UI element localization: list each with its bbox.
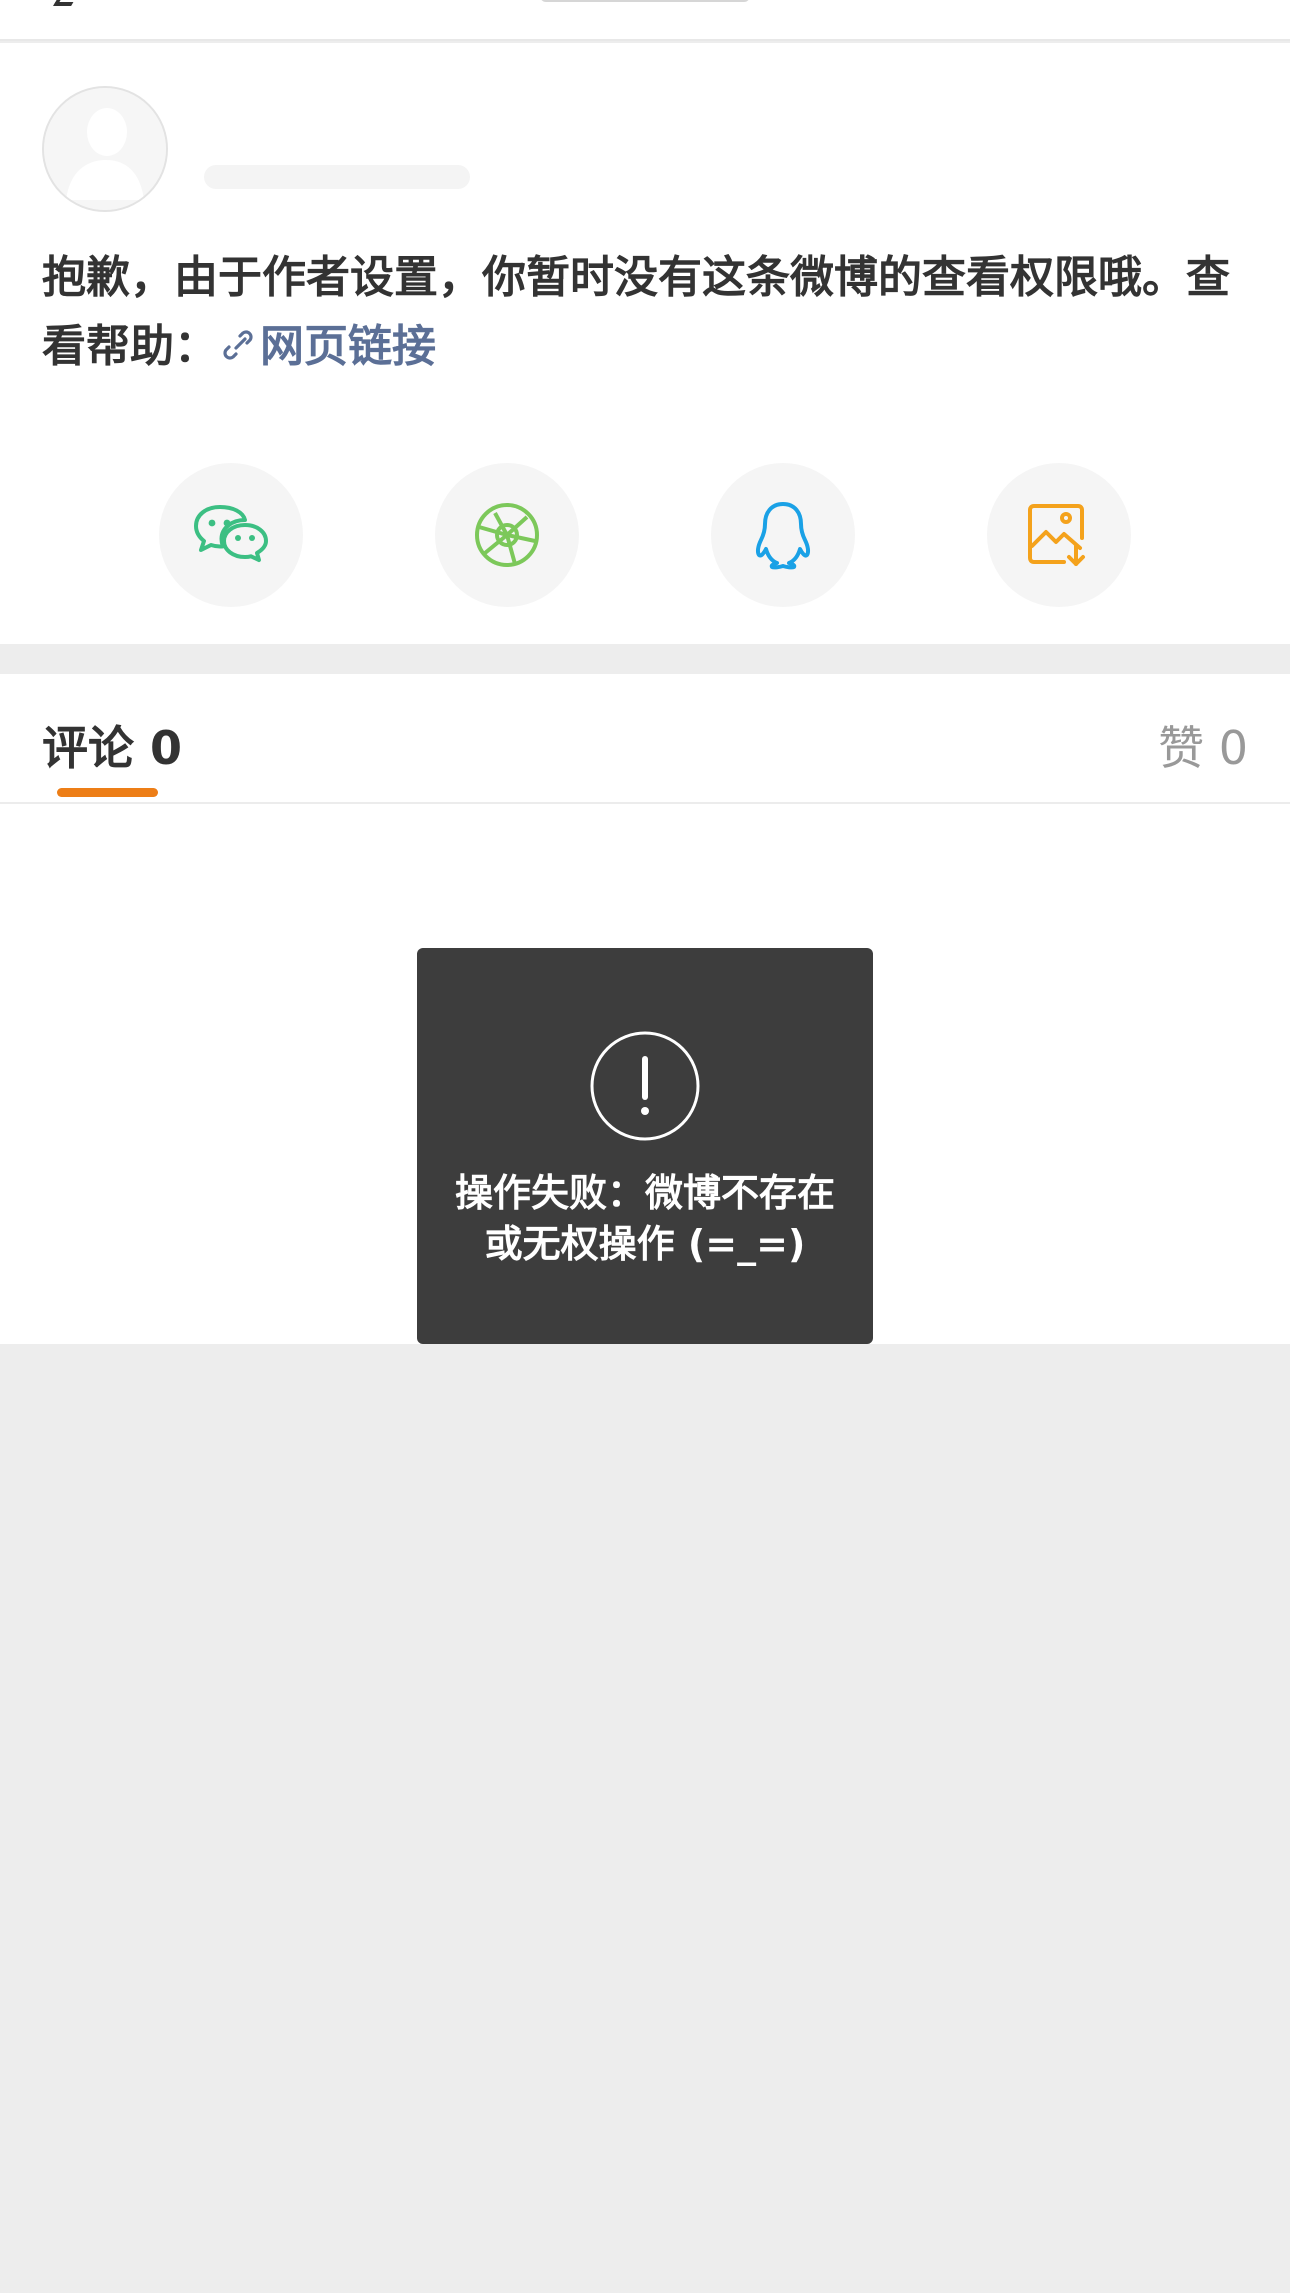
active-tab-indicator xyxy=(57,788,158,797)
back-arrow-icon[interactable] xyxy=(53,0,77,6)
web-link[interactable]: 网页链接 xyxy=(218,321,436,372)
tab-likes[interactable]: 赞 0 xyxy=(1158,712,1248,778)
comment-tab-bar: 评论 0 赞 0 xyxy=(0,674,1290,804)
wechat-icon xyxy=(194,505,268,562)
qq-penguin-icon xyxy=(755,502,811,570)
default-avatar-icon xyxy=(44,88,166,210)
web-link-label: 网页链接 xyxy=(260,321,436,372)
save-image-icon xyxy=(1028,504,1085,566)
share-moments-button[interactable] xyxy=(435,463,579,607)
share-qq-button[interactable] xyxy=(711,463,855,607)
save-image-button[interactable] xyxy=(987,463,1131,607)
username-placeholder[interactable] xyxy=(204,165,470,189)
post-content: 抱歉，由于作者设置，你暂时没有这条微博的查看权限哦。查看帮助： 网页链接 xyxy=(42,243,1242,381)
top-navigation-bar xyxy=(0,0,1290,41)
toast-message: 操作失败：微博不存在或无权操作 (=_=) xyxy=(454,1171,835,1266)
post-card: 抱歉，由于作者设置，你暂时没有这条微博的查看权限哦。查看帮助： 网页链接 xyxy=(0,43,1290,644)
tab-comments[interactable]: 评论 0 xyxy=(42,712,182,778)
share-wechat-button[interactable] xyxy=(159,463,303,607)
error-toast: 操作失败：微博不存在或无权操作 (=_=) xyxy=(417,948,873,1344)
page-title-fragment xyxy=(540,0,750,2)
link-icon xyxy=(223,330,253,360)
avatar[interactable] xyxy=(42,86,168,212)
moments-aperture-icon xyxy=(475,503,539,567)
exclamation-circle-icon xyxy=(589,1030,701,1142)
